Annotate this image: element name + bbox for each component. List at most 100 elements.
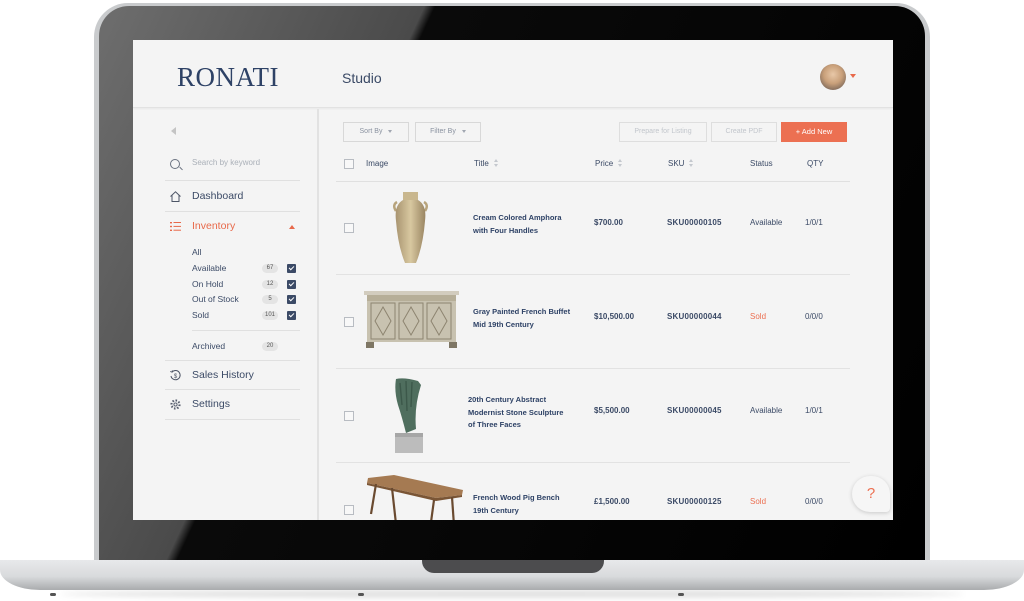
home-icon [169,190,182,203]
sidebar-item-dashboard[interactable]: Dashboard [165,182,300,212]
checkbox-on-hold[interactable] [287,280,296,289]
sidebar-item-sales-history[interactable]: $ Sales History [165,360,300,390]
title-line: Gray Painted French Buffet [473,307,571,316]
row-checkbox[interactable] [344,411,354,421]
page-title: Studio [342,70,382,86]
product-image-buffet[interactable] [364,291,459,354]
sort-icon[interactable] [689,159,694,168]
filter-available[interactable]: Available [192,263,226,277]
gear-icon [169,398,182,411]
sku: SKU00000045 [667,406,722,415]
sort-icon[interactable] [618,159,623,168]
product-image-bench[interactable] [366,474,466,520]
product-title[interactable]: 20th Century Abstract Modernist Stone Sc… [468,394,578,432]
sidebar-item-label: Inventory [192,220,236,232]
price: $10,500.00 [594,312,635,321]
row-checkbox[interactable] [344,505,354,515]
sales-history-icon: $ [169,369,182,382]
status-badge: Sold [750,312,767,321]
product-image-sculpture[interactable] [392,377,428,460]
sku: SKU00000105 [667,218,722,227]
sidebar-item-label: Sales History [192,369,254,381]
status-badge: Available [750,218,783,227]
title-line: Cream Colored Amphora [473,213,562,222]
status-badge: Available [750,406,783,415]
title-line: French Wood Pig Bench [473,493,560,502]
filter-sold[interactable]: Sold [192,310,209,324]
price: $700.00 [594,218,623,227]
title-line: Modernist Stone Sculpture [468,407,564,417]
chevron-up-icon[interactable] [289,225,295,229]
laptop-foot [678,593,684,596]
chevron-left-icon[interactable] [171,127,176,135]
filter-by-dropdown[interactable]: Filter By [415,122,481,142]
sidebar-item-label: Dashboard [192,190,244,202]
column-header-qty: QTY [807,159,823,168]
filter-out-of-stock[interactable]: Out of Stock [192,294,239,308]
column-label: Status [750,159,773,168]
sidebar-item-inventory[interactable]: Inventory [165,212,300,242]
price: £1,500.00 [594,497,630,506]
filter-all[interactable]: All [192,247,201,261]
price: $5,500.00 [594,406,630,415]
sidebar: Dashboard Inventory All Available 67 On … [133,109,319,520]
laptop-shadow [60,590,964,598]
table-row[interactable]: 20th Century Abstract Modernist Stone Sc… [336,370,850,463]
column-header-status: Status [750,159,773,168]
laptop-foot [50,593,56,596]
filter-by-label: Filter By [430,128,456,135]
product-title[interactable]: French Wood Pig Bench 19th Century [473,492,583,517]
column-header-sku[interactable]: SKU [668,159,694,168]
search-input[interactable] [192,158,297,167]
list-icon [169,220,182,233]
select-all-checkbox[interactable] [344,159,354,169]
filter-archived[interactable]: Archived [192,341,225,355]
title-line: with Four Handles [473,225,539,235]
sidebar-search [165,154,300,181]
prepare-for-listing-button[interactable]: Prepare for Listing [619,122,707,142]
checkbox-out-of-stock[interactable] [287,295,296,304]
count-badge: 5 [262,295,278,304]
status-badge: Sold [750,497,767,506]
product-title[interactable]: Gray Painted French Buffet Mid 19th Cent… [473,306,583,331]
help-button[interactable]: ? [852,476,890,512]
sort-by-label: Sort By [359,128,383,135]
product-image-amphora[interactable] [388,191,433,271]
sort-icon[interactable] [493,159,499,168]
product-title[interactable]: Cream Colored Amphora with Four Handles [473,212,583,237]
avatar[interactable] [820,64,846,90]
quantity: 0/0/0 [805,312,823,321]
column-label: Image [366,159,389,168]
title-line: 19th Century [473,505,519,515]
sidebar-item-settings[interactable]: Settings [165,390,300,420]
column-header-title[interactable]: Title [474,159,499,168]
table-row[interactable]: Gray Painted French Buffet Mid 19th Cent… [336,276,850,369]
column-header-price[interactable]: Price [595,159,623,168]
sort-by-dropdown[interactable]: Sort By [343,122,409,142]
logo[interactable]: RONATI [177,62,279,93]
table-row[interactable]: Cream Colored Amphora with Four Handles … [336,182,850,275]
column-label: SKU [668,159,685,168]
quantity: 1/0/1 [805,406,823,415]
add-new-button[interactable]: + Add New [781,122,847,142]
row-checkbox[interactable] [344,317,354,327]
table-row[interactable]: French Wood Pig Bench 19th Century £1,50… [336,464,850,520]
title-line: Mid 19th Century [473,319,534,329]
chevron-down-icon [461,129,466,133]
count-badge: 20 [262,342,278,351]
chevron-down-icon[interactable] [850,74,856,78]
checkbox-available[interactable] [287,264,296,273]
laptop-notch [422,560,604,573]
laptop-mockup: RONATI Studio Dashboard Inve [0,0,1024,601]
filter-on-hold[interactable]: On Hold [192,279,223,293]
sku: SKU00000044 [667,312,722,321]
quantity: 0/0/0 [805,497,823,506]
column-label: QTY [807,159,824,168]
chevron-down-icon [388,129,393,133]
title-line: 20th Century Abstract [468,395,547,404]
quantity: 1/0/1 [805,218,823,227]
create-pdf-button[interactable]: Create PDF [711,122,777,142]
checkbox-sold[interactable] [287,311,296,320]
laptop-foot [358,593,364,596]
row-checkbox[interactable] [344,223,354,233]
